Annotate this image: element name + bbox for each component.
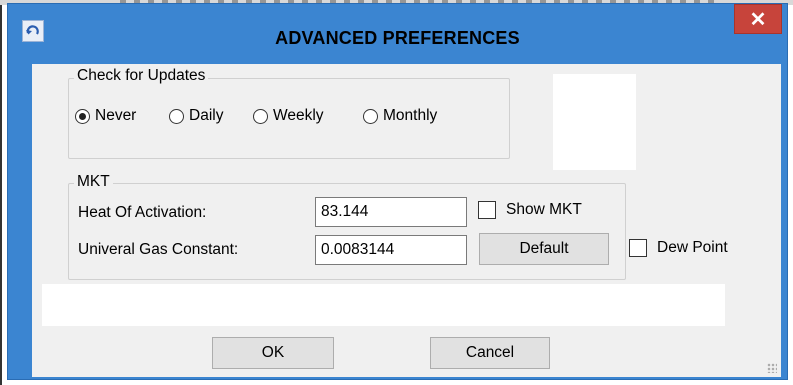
window-title: ADVANCED PREFERENCES xyxy=(275,28,520,48)
close-icon: ✕ xyxy=(749,9,767,31)
cancel-button[interactable]: Cancel xyxy=(430,337,550,369)
ok-button[interactable]: OK xyxy=(212,337,334,369)
radio-never-circle[interactable] xyxy=(75,108,90,124)
radio-daily-circle[interactable] xyxy=(169,108,184,124)
radio-monthly-label: Monthly xyxy=(383,107,438,124)
dew-point-label: Dew Point xyxy=(657,239,728,256)
advanced-preferences-dialog: ADVANCED PREFERENCES ✕ Check for Updates… xyxy=(7,3,788,380)
radio-daily-label: Daily xyxy=(189,107,224,124)
gas-constant-label: Univeral Gas Constant: xyxy=(78,241,239,258)
default-button[interactable]: Default xyxy=(479,233,609,265)
updates-group-label: Check for Updates xyxy=(74,67,209,85)
show-mkt-box[interactable] xyxy=(478,201,496,219)
radio-weekly[interactable]: Weekly xyxy=(253,107,324,125)
blank-patch xyxy=(553,74,636,170)
show-mkt-checkbox[interactable]: Show MKT xyxy=(478,201,582,219)
radio-monthly[interactable]: Monthly xyxy=(363,107,437,125)
show-mkt-label: Show MKT xyxy=(506,201,582,218)
radio-daily[interactable]: Daily xyxy=(169,107,223,125)
radio-monthly-circle[interactable] xyxy=(363,108,378,124)
radio-never[interactable]: Never xyxy=(75,107,136,125)
dew-point-box[interactable] xyxy=(629,239,647,257)
close-button[interactable]: ✕ xyxy=(734,4,782,34)
background-edge xyxy=(0,5,2,385)
blank-strip xyxy=(42,284,725,326)
radio-never-label: Never xyxy=(95,107,137,124)
dew-point-checkbox[interactable]: Dew Point xyxy=(629,239,728,257)
mkt-group-label: MKT xyxy=(74,173,113,191)
heat-of-activation-label: Heat Of Activation: xyxy=(78,204,207,221)
heat-of-activation-input[interactable]: 83.144 xyxy=(315,197,467,227)
radio-weekly-label: Weekly xyxy=(273,107,324,124)
resize-grip-icon[interactable] xyxy=(767,363,777,373)
gas-constant-input[interactable]: 0.0083144 xyxy=(315,235,467,265)
title-bar[interactable]: ADVANCED PREFERENCES ✕ xyxy=(8,4,787,64)
radio-weekly-circle[interactable] xyxy=(253,108,268,124)
dialog-client-area: Check for Updates Never Daily Weekly Mon… xyxy=(32,64,781,377)
